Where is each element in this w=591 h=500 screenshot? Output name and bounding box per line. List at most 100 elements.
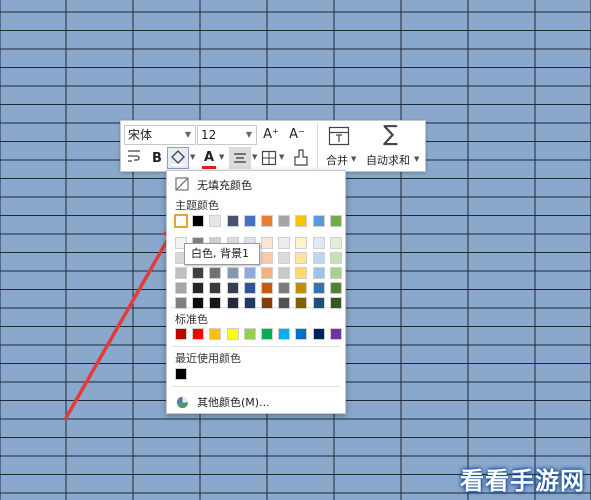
watermark: 看看手游网 [460, 467, 585, 495]
color-swatch[interactable] [261, 297, 273, 309]
color-swatch[interactable] [329, 328, 342, 340]
theme-colors-title: 主题颜色 [175, 199, 219, 212]
color-swatch[interactable] [243, 267, 256, 279]
color-swatch[interactable] [226, 297, 239, 309]
align-center-button[interactable] [229, 147, 251, 169]
font-grow-icon[interactable]: A⁺ [261, 125, 281, 145]
color-swatch[interactable] [226, 267, 239, 279]
color-swatch[interactable] [312, 252, 325, 264]
color-swatch[interactable] [278, 297, 291, 309]
color-swatch[interactable] [209, 297, 222, 309]
color-swatch[interactable] [226, 215, 239, 227]
border-icon [261, 150, 277, 166]
color-swatch[interactable] [295, 215, 308, 227]
color-swatch[interactable] [295, 328, 308, 340]
color-swatch[interactable] [261, 282, 273, 294]
color-swatch[interactable] [329, 252, 342, 264]
color-swatch[interactable] [243, 328, 256, 340]
recent-colors-title: 最近使用颜色 [175, 352, 241, 365]
mini-toolbar: 宋体 ▼ 12 ▼ A⁺ A⁻ B ▼ A ▼ ▼ ▼ 合并 ▼ ∑ 自动求和 … [120, 120, 426, 172]
merge-cells-button[interactable] [328, 125, 350, 151]
color-swatch[interactable] [312, 237, 325, 249]
font-name-value: 宋体 [128, 128, 153, 142]
bold-button[interactable]: B [149, 149, 165, 169]
chevron-down-icon[interactable]: ▼ [414, 155, 419, 163]
color-swatch[interactable] [175, 297, 187, 309]
color-swatch[interactable] [278, 252, 291, 264]
font-color-icon: A [203, 150, 215, 165]
color-swatch[interactable] [192, 328, 205, 340]
color-swatch[interactable] [175, 282, 187, 294]
color-swatch[interactable] [278, 282, 291, 294]
autosum-label[interactable]: 自动求和 [366, 152, 410, 168]
color-swatch[interactable] [261, 267, 273, 279]
color-swatch[interactable] [312, 328, 325, 340]
color-swatch[interactable] [329, 297, 342, 309]
color-swatch[interactable] [192, 267, 205, 279]
color-swatch[interactable] [175, 368, 187, 380]
chevron-down-icon: ▼ [184, 130, 191, 139]
fill-color-button[interactable] [167, 147, 189, 169]
color-swatch[interactable] [174, 214, 188, 228]
chevron-down-icon[interactable]: ▼ [351, 155, 356, 163]
color-swatch[interactable] [278, 267, 291, 279]
color-swatch[interactable] [175, 267, 187, 279]
merge-cells-icon [328, 126, 350, 146]
color-swatch[interactable] [295, 282, 308, 294]
color-swatch[interactable] [329, 237, 342, 249]
font-shrink-icon[interactable]: A⁻ [287, 125, 307, 145]
font-size-select[interactable]: 12 ▼ [197, 125, 257, 145]
color-swatch[interactable] [295, 252, 308, 264]
color-swatch[interactable] [243, 282, 256, 294]
color-swatch[interactable] [278, 237, 291, 249]
font-color-indicator [202, 166, 216, 169]
color-swatch[interactable] [226, 328, 239, 340]
color-swatch[interactable] [312, 267, 325, 279]
color-swatch[interactable] [192, 297, 205, 309]
color-swatch[interactable] [209, 328, 222, 340]
color-swatch[interactable] [261, 215, 273, 227]
format-painter-button[interactable] [293, 149, 309, 171]
fill-color-icon [171, 150, 185, 166]
color-swatch[interactable] [261, 328, 273, 340]
font-name-select[interactable]: 宋体 ▼ [124, 125, 196, 145]
no-fill-option[interactable]: 无填充颜色 [197, 177, 252, 193]
align-center-icon [234, 153, 246, 163]
menu-divider [171, 386, 341, 387]
color-swatch[interactable] [209, 282, 222, 294]
color-swatch[interactable] [261, 252, 273, 264]
color-swatch[interactable] [295, 267, 308, 279]
color-swatch[interactable] [243, 215, 256, 227]
color-swatch[interactable] [329, 267, 342, 279]
color-swatch[interactable] [226, 282, 239, 294]
more-colors-option[interactable]: 其他颜色(M)... [197, 394, 270, 410]
color-wheel-icon [176, 394, 189, 413]
color-swatch[interactable] [295, 237, 308, 249]
autosum-icon[interactable]: ∑ [383, 124, 398, 146]
color-swatch[interactable] [243, 297, 256, 309]
color-swatch[interactable] [175, 328, 187, 340]
merge-label[interactable]: 合并 [326, 152, 348, 168]
color-swatch[interactable] [312, 297, 325, 309]
color-swatch[interactable] [312, 215, 325, 227]
font-size-value: 12 [201, 128, 217, 142]
color-swatch[interactable] [278, 215, 291, 227]
chevron-down-icon[interactable]: ▼ [190, 153, 195, 161]
color-swatch[interactable] [312, 282, 325, 294]
font-color-button[interactable]: A [201, 148, 217, 168]
color-swatch[interactable] [329, 215, 342, 227]
chevron-down-icon[interactable]: ▼ [219, 153, 224, 161]
border-button[interactable] [261, 150, 277, 170]
color-swatch[interactable] [295, 297, 308, 309]
color-swatch[interactable] [192, 282, 205, 294]
color-swatch[interactable] [261, 237, 273, 249]
chevron-down-icon[interactable]: ▼ [279, 153, 284, 161]
color-swatch[interactable] [209, 267, 222, 279]
color-swatch[interactable] [278, 328, 291, 340]
menu-divider [171, 346, 341, 347]
color-swatch[interactable] [192, 215, 205, 227]
color-swatch[interactable] [329, 282, 342, 294]
chevron-down-icon[interactable]: ▼ [252, 153, 257, 161]
wrap-text-button[interactable] [124, 149, 144, 169]
color-swatch[interactable] [209, 215, 222, 227]
